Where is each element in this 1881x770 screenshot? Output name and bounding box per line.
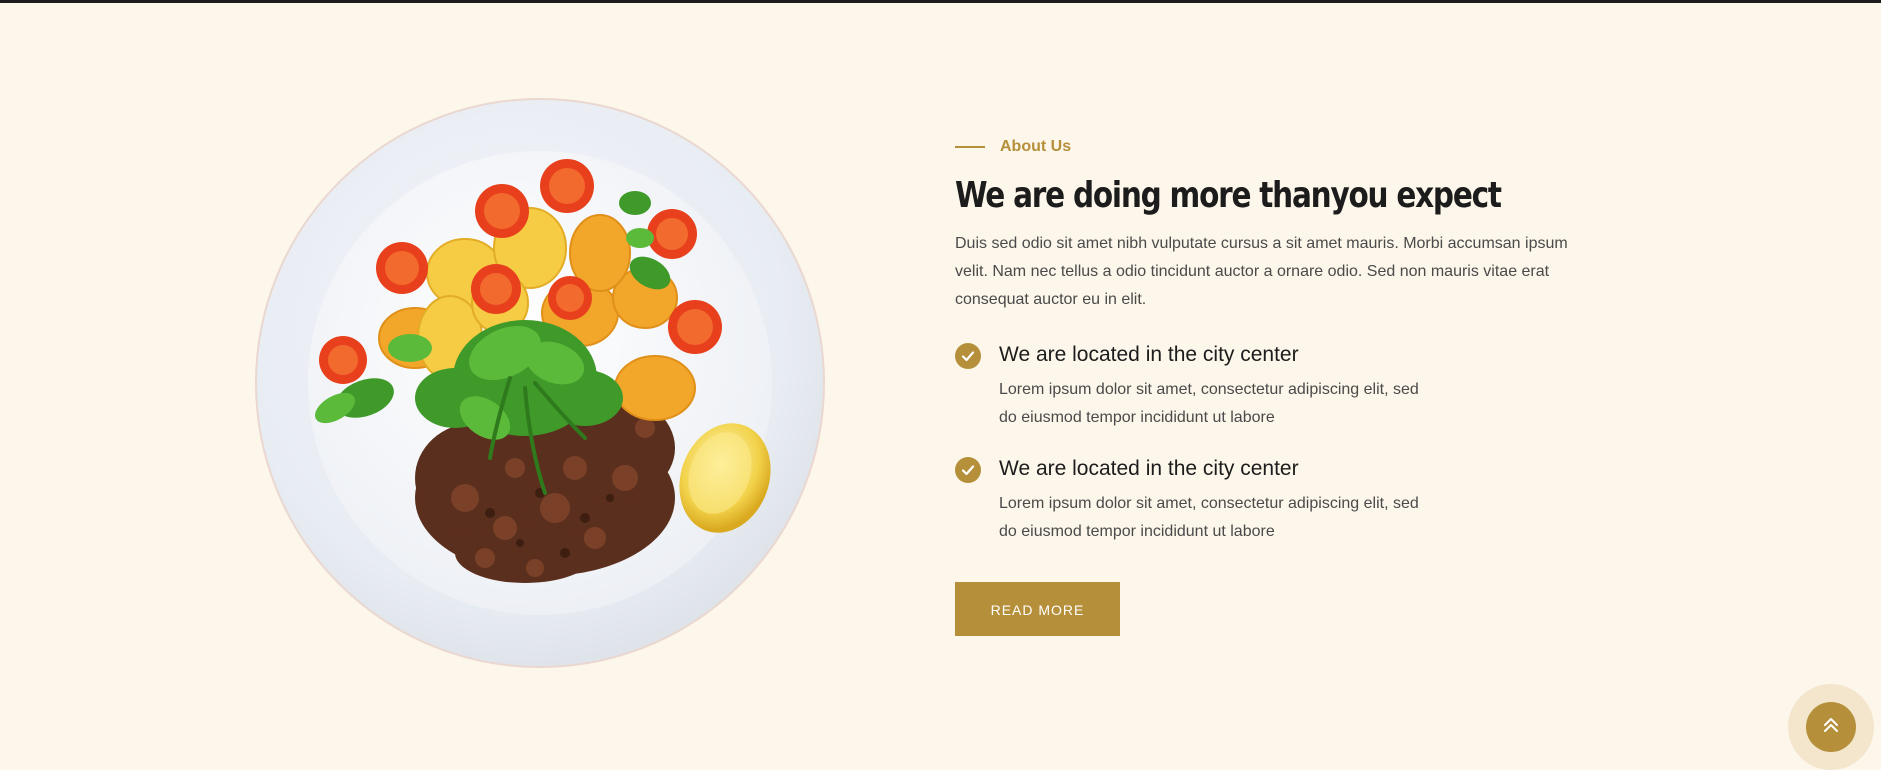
section-description: Duis sed odio sit amet nibh vulputate cu…: [955, 235, 1568, 308]
about-section: About Us We are doing more thanyou expec…: [955, 136, 1595, 636]
check-circle-icon: [955, 457, 981, 483]
feature-title: We are located in the city center: [999, 457, 1299, 480]
read-more-button[interactable]: READ MORE: [955, 582, 1120, 636]
top-border: [0, 0, 1881, 3]
eyebrow-divider: [955, 146, 985, 148]
check-circle-icon: [955, 343, 981, 369]
section-eyebrow: About Us: [955, 136, 1595, 158]
feature-title: We are located in the city center: [999, 343, 1299, 366]
feature-item: We are located in the city center Lorem …: [955, 454, 1595, 546]
feature-item: We are located in the city center Lorem …: [955, 340, 1595, 432]
food-plate-image: [255, 98, 825, 668]
eyebrow-label: About Us: [1000, 138, 1072, 155]
feature-text: Lorem ipsum dolor sit amet, consectetur …: [999, 381, 1419, 426]
feature-text: Lorem ipsum dolor sit amet, consectetur …: [999, 495, 1419, 540]
section-title: We are doing more thanyou expect: [955, 175, 1502, 216]
double-chevron-up-icon: [1821, 715, 1841, 740]
